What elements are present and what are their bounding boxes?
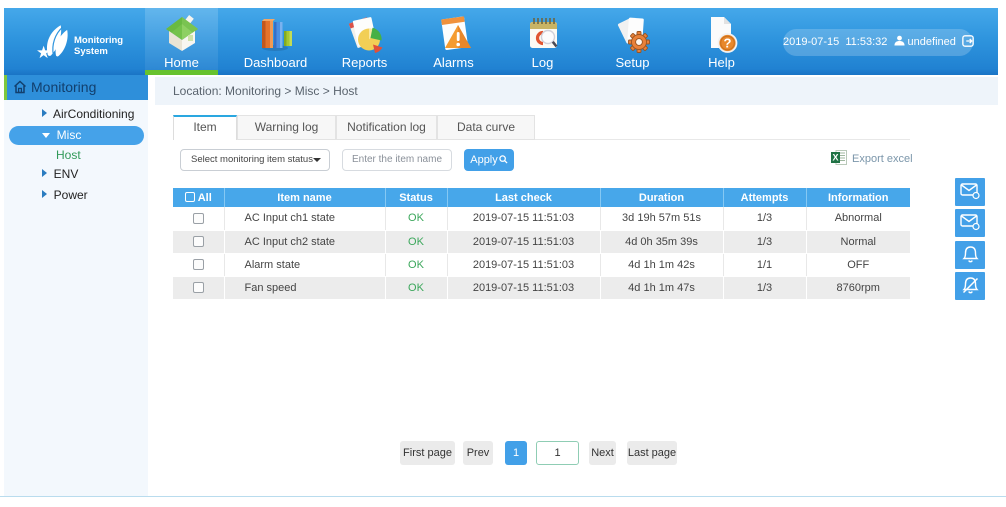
svg-text:?: ? [723,36,731,51]
svg-text:X: X [832,153,838,163]
